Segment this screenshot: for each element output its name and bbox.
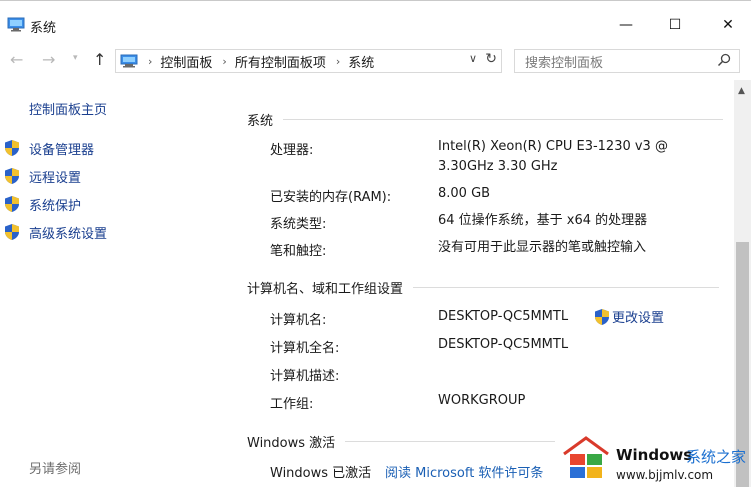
activation-status: Windows 已激活 [270,466,372,481]
change-settings-link[interactable]: 更改设置 [594,307,664,326]
watermark-url: www.bjjmlv.com [616,468,714,482]
shield-icon [5,140,19,156]
system-section-heading: 系统 [247,110,724,129]
sidebar-item-label[interactable]: 系统保护 [29,195,81,214]
processor-value-line1: Intel(R) Xeon(R) CPU E3-1230 v3 @ [438,139,668,154]
breadcrumb-control-panel[interactable]: 控制面板 [160,52,212,71]
workgroup-label: 工作组: [270,397,314,412]
sidebar-item-label[interactable]: 设备管理器 [29,139,94,158]
description-label: 计算机描述: [270,369,340,384]
computer-name-label: 计算机名: [270,313,327,328]
address-bar[interactable]: › 控制面板 › 所有控制面板项 › 系统 ∨ ↻ [115,49,502,73]
shield-icon [595,308,609,325]
computer-name-section-heading: 计算机名、域和工作组设置 [247,278,720,297]
minimize-button[interactable]: — [603,8,649,42]
breadcrumb-separator: › [148,54,153,68]
refresh-button[interactable]: ↻ [485,51,497,67]
section-title: 系统 [247,114,274,129]
processor-label: 处理器: [270,143,314,158]
full-name-label: 计算机全名: [270,341,340,356]
activation-section-heading: Windows 激活 [247,432,556,451]
recent-locations-button[interactable]: ▾ [73,53,78,63]
full-name-value: DESKTOP-QC5MMTL [438,337,569,352]
ram-label: 已安装的内存(RAM): [270,190,392,205]
system-type-label: 系统类型: [270,217,327,232]
scroll-up-arrow[interactable]: ▲ [738,86,745,96]
back-button[interactable]: ← [10,50,23,69]
section-title: Windows 激活 [247,436,336,451]
sidebar-item-label[interactable]: 远程设置 [29,167,81,186]
forward-button[interactable]: → [42,50,55,69]
breadcrumb-separator[interactable]: › [336,55,340,68]
computer-name-value: DESKTOP-QC5MMTL [438,309,569,324]
breadcrumb-all-items[interactable]: 所有控制面板项 [235,52,326,71]
maximize-button[interactable]: ☐ [652,8,698,42]
section-divider [345,441,556,442]
monitor-icon [7,17,25,32]
breadcrumb-separator[interactable]: › [222,55,226,68]
search-input[interactable]: 搜索控制面板 [525,52,603,71]
sidebar-item-system-protection[interactable]: 系统保护 [4,194,81,214]
title-bar: 系统 — ☐ ✕ [0,8,751,42]
windows-logo-icon [563,436,609,478]
control-panel-icon [120,54,138,68]
close-button[interactable]: ✕ [705,8,751,42]
vertical-scrollbar[interactable]: ▲ [734,80,751,487]
pen-touch-label: 笔和触控: [270,244,327,259]
sidebar-item-device-manager[interactable]: 设备管理器 [4,138,94,158]
section-divider [283,119,724,120]
workgroup-value: WORKGROUP [438,393,526,408]
control-panel-home-link[interactable]: 控制面板主页 [29,99,107,118]
watermark: Windows 系统之家 www.bjjmlv.com [558,428,751,487]
breadcrumb-system[interactable]: 系统 [348,52,374,71]
license-terms-link[interactable]: 阅读 Microsoft 软件许可条 [385,462,543,481]
system-type-value: 64 位操作系统，基于 x64 的处理器 [438,213,648,228]
see-also-heading: 另请参阅 [29,462,82,477]
navigation-bar: ← → ▾ ↑ › 控制面板 › 所有控制面板项 › 系统 ∨ ↻ 搜索控制面板 [0,46,751,76]
window-title: 系统 [30,21,57,36]
section-divider [413,287,720,288]
watermark-brand: Windows [616,446,693,464]
search-icon[interactable] [717,53,731,67]
processor-value-line2: 3.30GHz 3.30 GHz [438,159,558,174]
sidebar-item-remote-settings[interactable]: 远程设置 [4,166,81,186]
shield-icon [5,224,19,240]
search-box[interactable]: 搜索控制面板 [514,49,740,73]
up-button[interactable]: ↑ [93,50,106,69]
sidebar-item-label[interactable]: 高级系统设置 [29,223,107,242]
sidebar-item-advanced-settings[interactable]: 高级系统设置 [4,222,107,242]
section-title: 计算机名、域和工作组设置 [247,282,404,297]
change-settings-label[interactable]: 更改设置 [612,307,664,326]
shield-icon [5,168,19,184]
ram-value: 8.00 GB [438,186,491,201]
pen-touch-value: 没有可用于此显示器的笔或触控输入 [438,240,647,255]
shield-icon [5,196,19,212]
address-dropdown-button[interactable]: ∨ [469,52,477,65]
watermark-brand-suffix: 系统之家 [686,448,747,466]
window-top-border [0,0,751,8]
